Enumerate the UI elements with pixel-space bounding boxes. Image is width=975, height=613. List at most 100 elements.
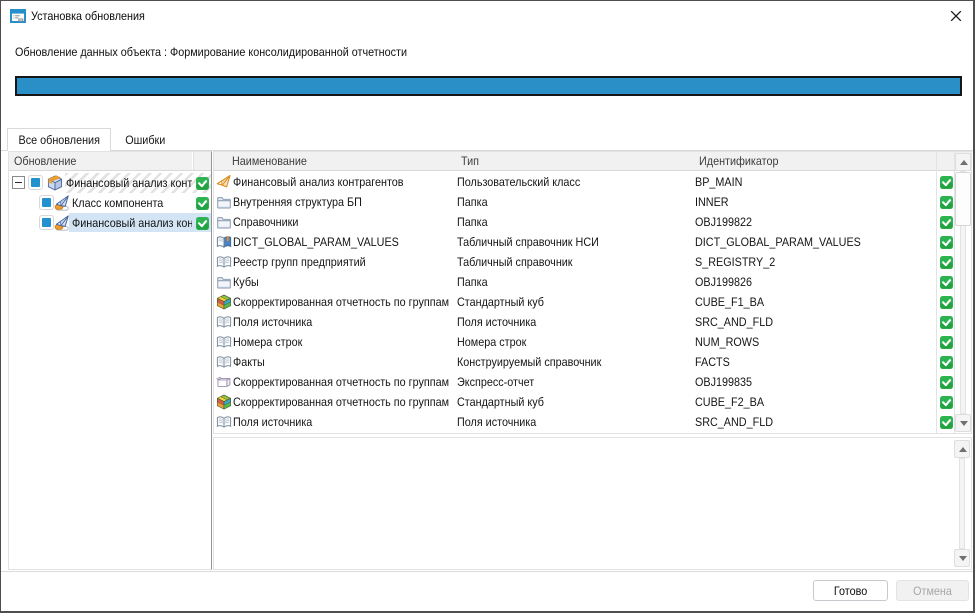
tree-header[interactable]: Обновление [9,152,211,171]
status-ok-icon [940,316,953,329]
table-row[interactable]: DICT_GLOBAL_PARAM_VALUES Табличный справ… [214,232,955,252]
cell-type: Стандартный куб [457,295,695,309]
folder-icon [216,214,232,230]
table-row[interactable]: Факты Конструируемый справочник FACTS [214,352,955,372]
tree-checkbox[interactable] [28,175,43,190]
cell-name-text: Номера строк [233,335,302,349]
arrow-up-icon [959,447,967,452]
cell-type: Номера строк [457,335,695,349]
table-row[interactable]: Поля источника Поля источника SRC_AND_FL… [214,412,955,432]
tab-all-updates[interactable]: Все обновления [7,128,111,151]
table-row[interactable]: Внутренняя структура БП Папка INNER [214,192,955,212]
tree-row-fin-analysis[interactable]: Финансовый анализ контрагентов [9,213,211,233]
cell-type-text: Пользовательский класс [457,175,580,189]
scroll-down-button[interactable] [955,414,971,432]
arrow-down-icon [960,421,968,426]
close-button[interactable] [945,5,967,27]
tree-expander-icon[interactable] [12,176,25,189]
table-row[interactable]: Кубы Папка OBJ199826 [214,272,955,292]
table-row[interactable]: Номера строк Номера строк NUM_ROWS [214,332,955,352]
cell-id: OBJ199822 [695,215,910,229]
cell-id-text: NUM_ROWS [695,335,759,349]
status-ok-icon [940,216,953,229]
scroll-down-button[interactable] [954,549,970,567]
tree-item-label-text: Финансовый анализ контрагентов [66,173,192,193]
done-button[interactable]: Готово [813,580,888,601]
table-vertical-scrollbar[interactable] [955,152,971,433]
cell-name-text: Скорректированная отчетность по группам [233,375,449,389]
cell-name-text: Поля источника [233,415,312,429]
tree-row-component-class[interactable]: Класс компонента [9,193,211,213]
update-install-dialog: Установка обновления Обновление данных о… [0,0,975,613]
cell-name-text: Скорректированная отчетность по группам [233,395,449,409]
cell-type-text: Стандартный куб [457,295,544,309]
log-vertical-scrollbar[interactable] [954,438,970,569]
tree-checkbox[interactable] [39,195,54,210]
cell-type: Папка [457,275,695,289]
cell-type: Поля источника [457,315,695,329]
status-ok-icon [196,217,209,230]
table-row[interactable]: Финансовый анализ контрагентов Пользоват… [214,172,955,192]
table-row[interactable]: Скорректированная отчетность по группам … [214,292,955,312]
cell-name: Справочники [232,215,457,229]
table-row[interactable]: Реестр групп предприятий Табличный справ… [214,252,955,272]
tab-errors[interactable]: Ошибки [111,129,179,150]
status-ok-icon [940,296,953,309]
cell-name: Скорректированная отчетность по группам [232,295,457,309]
table-row[interactable]: Поля источника Поля источника SRC_AND_FL… [214,312,955,332]
cell-id-text: SRC_AND_FLD [695,415,773,429]
cell-id: OBJ199826 [695,275,910,289]
title-bar: Установка обновления [1,1,973,31]
cell-name: Кубы [232,275,457,289]
table-row[interactable]: Скорректированная отчетность по группам … [214,372,955,392]
cell-type: Папка [457,215,695,229]
cell-type: Поля источника [457,415,695,429]
cell-type-text: Папка [457,275,488,289]
arrow-down-icon [959,556,967,561]
book-icon [216,314,232,330]
column-header-type[interactable]: Тип [461,154,479,168]
folder-icon [216,194,232,210]
cell-id-text: OBJ199835 [695,375,752,389]
column-header-id[interactable]: Идентификатор [699,154,779,168]
status-ok-icon [940,256,953,269]
update-object-text: Обновление данных объекта : Формирование… [15,45,407,59]
cell-id: BP_MAIN [695,175,910,189]
cell-id-text: OBJ199822 [695,215,752,229]
status-ok-icon [940,416,953,429]
scroll-up-button[interactable] [954,440,970,458]
cell-name: Факты [232,355,457,369]
cell-id: CUBE_F2_BA [695,395,910,409]
cancel-button[interactable]: Отмена [896,580,969,601]
cell-type-text: Табличный справочник НСИ [457,235,599,249]
log-panel [213,437,972,570]
component-class-icon [54,195,70,211]
cell-type: Табличный справочник НСИ [457,235,695,249]
table-header: Наименование Тип Идентификатор [214,152,971,171]
update-object-label: Обновление данных объекта : Формирование… [15,45,451,59]
scroll-up-button[interactable] [955,153,971,171]
tree-row-root[interactable]: Финансовый анализ контрагентов [9,173,211,193]
cell-id: SRC_AND_FLD [695,315,910,329]
tree-item-label-text: Финансовый анализ контрагентов [72,213,192,233]
cell-name: Реестр групп предприятий [232,255,457,269]
cell-type-text: Экспресс-отчет [457,375,534,389]
cell-name: Поля источника [232,315,457,329]
cell-type-text: Поля источника [457,415,536,429]
done-button-label: Готово [834,584,867,598]
cell-type: Папка [457,195,695,209]
table-row[interactable]: Скорректированная отчетность по группам … [214,392,955,412]
scrollbar-thumb[interactable] [955,172,971,226]
component-class-icon [54,215,70,231]
tree-checkbox[interactable] [39,215,54,230]
book-icon [216,414,232,430]
cell-type-text: Конструируемый справочник [457,355,601,369]
arrow-up-icon [960,160,968,165]
folder-icon [216,274,232,290]
column-header-name[interactable]: Наименование [232,154,307,168]
scrollbar-track[interactable] [959,458,965,549]
cell-id-text: CUBE_F2_BA [695,395,764,409]
cell-name-text: Финансовый анализ контрагентов [233,175,404,189]
status-ok-icon [940,376,953,389]
table-row[interactable]: Справочники Папка OBJ199822 [214,212,955,232]
